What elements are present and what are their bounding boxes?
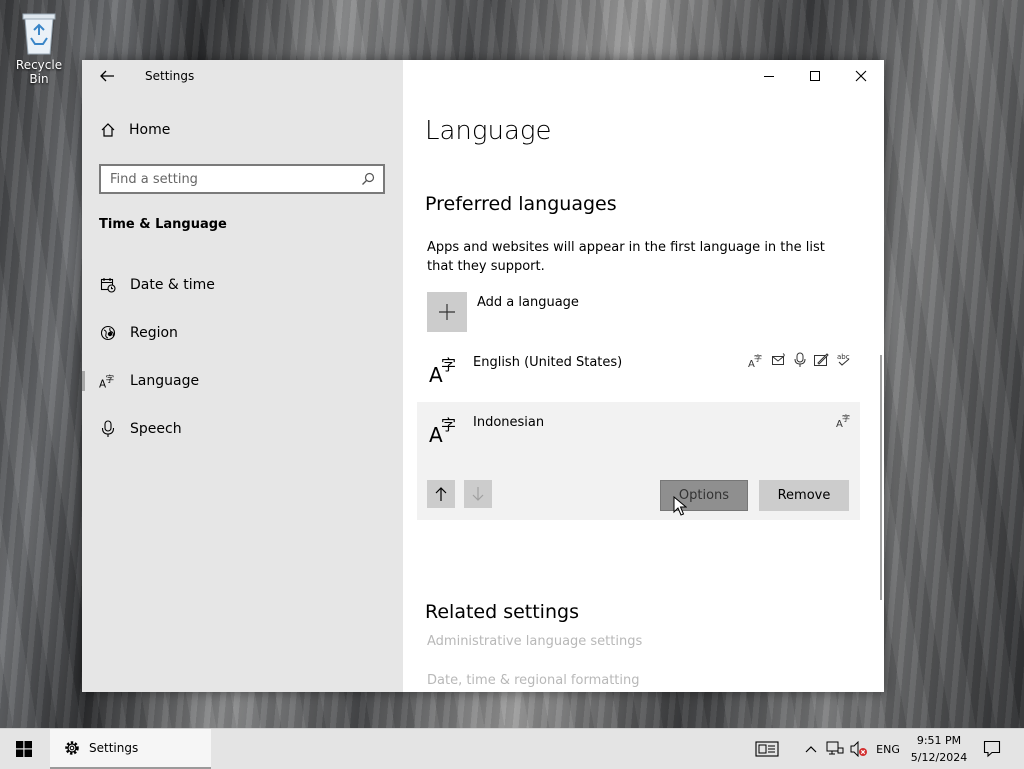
globe-icon <box>99 325 116 341</box>
page-title: Language <box>425 116 552 146</box>
preferred-languages-heading: Preferred languages <box>425 193 617 215</box>
microphone-icon <box>99 420 116 438</box>
move-down-button[interactable] <box>464 480 492 508</box>
language-glyph-icon: A 字 <box>429 354 459 388</box>
recycle-bin-icon <box>19 8 59 56</box>
sidebar-item-label: Speech <box>130 421 182 437</box>
section-title: Time & Language <box>99 217 227 232</box>
language-name: English (United States) <box>473 355 623 370</box>
search-input[interactable] <box>101 170 362 188</box>
svg-text:字: 字 <box>106 374 115 385</box>
close-icon <box>855 70 867 82</box>
language-icon: A 字 <box>99 373 116 389</box>
add-language-label: Add a language <box>477 295 579 310</box>
scrollbar[interactable] <box>880 355 882 600</box>
recycle-bin-label: Recycle Bin <box>15 58 63 86</box>
add-language-button[interactable]: Add a language <box>427 292 579 332</box>
home-icon <box>101 123 115 137</box>
taskbar: Settings ENG 9:51 PM 5/12/2024 <box>0 728 1024 769</box>
svg-text:字: 字 <box>754 353 762 363</box>
calendar-clock-icon <box>99 277 116 293</box>
settings-window: Settings Home Time & Language <box>82 60 884 692</box>
move-up-button[interactable] <box>427 480 455 508</box>
window-title: Settings <box>145 69 195 83</box>
content-pane: Language Preferred languages Apps and we… <box>403 60 884 692</box>
back-arrow-icon <box>100 70 114 82</box>
sidebar-item-label: Date & time <box>130 277 215 293</box>
administrative-language-settings-link[interactable]: Administrative language settings <box>427 634 642 649</box>
spell-check-icon: abc <box>837 353 850 366</box>
display-language-icon: A 字 <box>748 353 762 368</box>
language-name: Indonesian <box>473 415 545 430</box>
date-time-regional-formatting-link[interactable]: Date, time & regional formatting <box>427 673 640 688</box>
preferred-languages-description: Apps and websites will appear in the fir… <box>427 240 825 274</box>
back-button[interactable] <box>96 66 118 86</box>
start-button[interactable] <box>0 729 48 769</box>
related-settings-heading: Related settings <box>425 601 579 623</box>
mouse-cursor-icon <box>673 496 687 516</box>
maximize-button[interactable] <box>792 60 838 92</box>
home-link[interactable]: Home <box>100 122 170 138</box>
svg-text:字: 字 <box>842 413 850 423</box>
taskbar-settings-app[interactable]: Settings <box>50 729 211 769</box>
news-widget-button[interactable] <box>753 729 781 769</box>
input-language-indicator[interactable]: ENG <box>872 729 904 769</box>
language-feature-icons: A 字 abc <box>748 352 852 368</box>
news-icon <box>755 741 779 757</box>
sidebar: Settings Home Time & Language <box>82 60 403 692</box>
windows-logo-icon <box>16 741 32 757</box>
volume-button[interactable] <box>848 729 870 769</box>
svg-text:字: 字 <box>441 416 456 434</box>
search-box[interactable] <box>99 164 385 194</box>
clock-time: 9:51 PM <box>916 734 962 747</box>
minimize-button[interactable] <box>746 60 792 92</box>
notification-icon <box>983 740 1001 758</box>
gear-icon <box>65 741 79 755</box>
search-icon[interactable] <box>361 172 375 186</box>
arrow-up-icon <box>435 487 447 501</box>
handwriting-icon <box>814 353 829 366</box>
maximize-icon <box>810 71 820 81</box>
plus-icon <box>427 292 467 332</box>
display-language-icon: A 字 <box>836 413 850 428</box>
chevron-up-icon <box>805 746 817 753</box>
sidebar-item-label: Language <box>130 373 200 389</box>
sidebar-item-region[interactable]: Region <box>82 313 403 353</box>
arrow-down-icon <box>472 487 484 501</box>
sidebar-item-speech[interactable]: Speech <box>82 409 403 449</box>
sidebar-item-label: Region <box>130 325 178 341</box>
volume-muted-icon <box>850 741 867 757</box>
svg-text:字: 字 <box>441 356 456 374</box>
minimize-icon <box>764 76 774 77</box>
taskbar-app-label: Settings <box>89 741 139 755</box>
language-glyph-icon: A 字 <box>429 414 459 448</box>
language-indicator-label: ENG <box>876 742 900 756</box>
clock[interactable]: 9:51 PM 5/12/2024 <box>906 732 972 766</box>
sidebar-item-language[interactable]: A 字 Language <box>82 361 403 401</box>
sidebar-item-date-time[interactable]: Date & time <box>82 265 403 305</box>
close-button[interactable] <box>838 60 884 92</box>
home-label: Home <box>129 122 171 138</box>
clock-date: 5/12/2024 <box>910 751 968 764</box>
language-item-indonesian[interactable]: A 字 Indonesian A 字 Options Remove <box>417 402 860 520</box>
remove-button[interactable]: Remove <box>759 480 849 511</box>
speech-recognition-icon <box>794 352 806 367</box>
recycle-bin-desktop-icon[interactable]: Recycle Bin <box>6 6 72 86</box>
show-hidden-icons-button[interactable] <box>802 729 820 769</box>
language-feature-icons: A 字 <box>836 412 852 428</box>
network-icon <box>826 741 844 755</box>
language-item-english[interactable]: A 字 English (United States) A 字 abc <box>417 342 860 400</box>
network-button[interactable] <box>824 729 846 769</box>
text-to-speech-icon <box>772 353 785 365</box>
notifications-button[interactable] <box>978 729 1006 769</box>
